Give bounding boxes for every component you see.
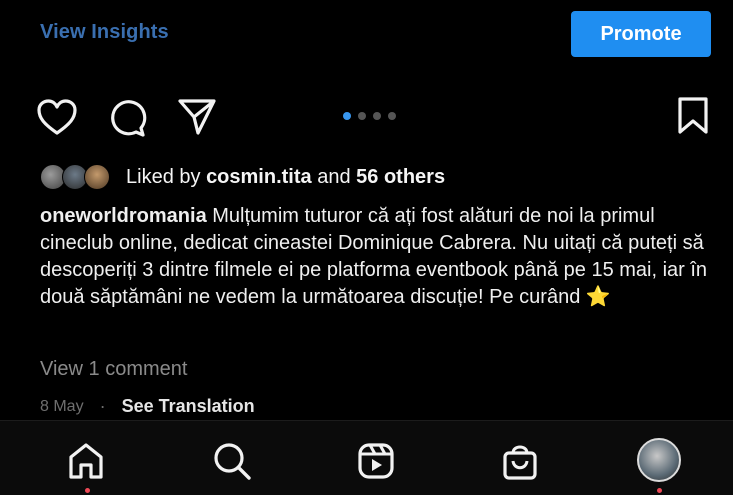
bottom-nav (0, 420, 733, 495)
liked-by-connector: and (317, 165, 351, 188)
see-translation-link[interactable]: See Translation (122, 396, 255, 417)
reels-icon[interactable] (356, 441, 396, 486)
view-insights-link[interactable]: View Insights (40, 21, 169, 44)
liker-avatars (40, 164, 120, 190)
send-icon[interactable] (176, 97, 218, 137)
insights-bar: View Insights Promote (0, 0, 733, 72)
star-emoji: ⭐ (585, 286, 611, 308)
post-caption: oneworldromania Mulțumim tuturor că ați … (40, 203, 720, 311)
caption-username[interactable]: oneworldromania (40, 205, 207, 227)
heart-icon[interactable] (36, 98, 78, 138)
home-icon[interactable] (66, 441, 106, 486)
search-icon[interactable] (212, 441, 252, 486)
liked-by-prefix: Liked by (126, 165, 201, 188)
comment-icon[interactable] (106, 98, 148, 138)
carousel-dot (358, 112, 366, 120)
likes-summary[interactable]: Liked by cosmin.tita and 56 others (40, 162, 445, 192)
avatar (84, 164, 110, 190)
meta-separator: · (99, 396, 106, 416)
shop-icon[interactable] (500, 441, 540, 486)
promote-button[interactable]: Promote (571, 11, 711, 57)
bookmark-icon[interactable] (676, 96, 710, 136)
post-date: 8 May (40, 397, 84, 415)
view-comments-link[interactable]: View 1 comment (40, 358, 187, 381)
carousel-dot (373, 112, 381, 120)
profile-notification-dot (657, 488, 662, 493)
home-notification-dot (85, 488, 90, 493)
profile-avatar[interactable] (637, 438, 681, 482)
liked-by-others[interactable]: 56 others (356, 166, 445, 189)
carousel-indicator (343, 112, 396, 120)
liked-by-user[interactable]: cosmin.tita (206, 166, 312, 189)
carousel-dot-active (343, 112, 351, 120)
carousel-dot (388, 112, 396, 120)
post-meta: 8 May · See Translation (40, 396, 255, 417)
